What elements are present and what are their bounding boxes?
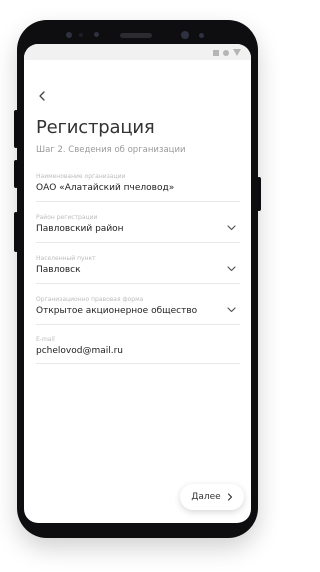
chevron-down-icon[interactable]	[227, 307, 236, 313]
organization-name-field[interactable]: Наименование организации ОАО «Алатайский…	[36, 173, 240, 202]
app-screen: Регистрация Шаг 2. Сведения об организац…	[24, 44, 251, 523]
chevron-down-icon[interactable]	[227, 225, 236, 231]
phone-frame: Регистрация Шаг 2. Сведения об организац…	[17, 20, 258, 538]
signal-icon	[223, 49, 229, 56]
registration-district-select[interactable]: Район регистрации Павловский район	[36, 214, 240, 243]
sensor-dot	[199, 33, 204, 38]
next-button-label: Далее	[191, 492, 221, 502]
field-label: Организационно правовая форма	[36, 296, 144, 303]
field-value[interactable]: Павловск	[36, 265, 81, 275]
field-label: Населенный пункт	[36, 255, 96, 262]
field-label: E-mail	[36, 336, 55, 343]
phone-top-bezel	[17, 20, 258, 44]
next-button[interactable]: Далее	[180, 484, 244, 510]
field-label: Наименование организации	[36, 173, 126, 180]
field-value[interactable]: ОАО «Алатайский пчеловод»	[36, 183, 174, 193]
email-field[interactable]: E-mail pchelovod@mail.ru	[36, 336, 240, 364]
front-camera	[66, 32, 72, 38]
earpiece-speaker	[120, 33, 152, 38]
page-title: Регистрация	[36, 117, 155, 138]
back-arrow-icon[interactable]	[34, 86, 54, 106]
field-value[interactable]: pchelovod@mail.ru	[36, 346, 123, 356]
field-value[interactable]: Открытое акционерное общество	[36, 306, 197, 316]
field-value[interactable]: Павловский район	[36, 224, 124, 234]
chevron-right-icon	[227, 493, 232, 501]
status-bar	[24, 44, 251, 60]
field-label: Район регистрации	[36, 214, 98, 221]
battery-icon	[213, 49, 219, 56]
wifi-icon	[233, 49, 241, 56]
chevron-down-icon[interactable]	[227, 266, 236, 272]
iris-sensor	[181, 31, 189, 39]
settlement-select[interactable]: Населенный пункт Павловск	[36, 255, 240, 284]
sensor-dot	[94, 32, 99, 37]
legal-form-select[interactable]: Организационно правовая форма Открытое а…	[36, 296, 240, 325]
page-subtitle: Шаг 2. Сведения об организации	[36, 145, 186, 155]
sensor-dot	[79, 33, 83, 37]
system-nav-bar	[24, 520, 251, 523]
